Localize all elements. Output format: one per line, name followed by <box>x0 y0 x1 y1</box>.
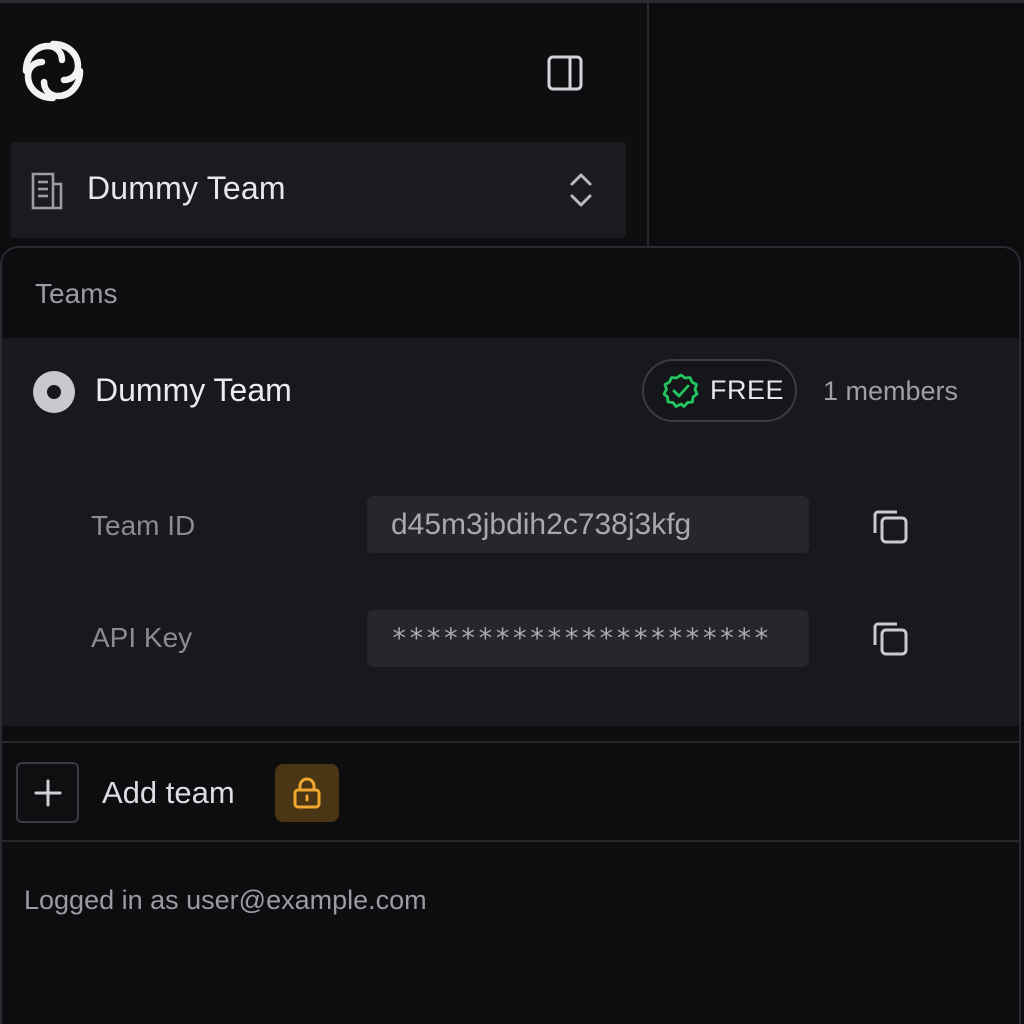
add-team-button[interactable] <box>16 762 79 823</box>
current-team-name: Dummy Team <box>87 170 286 206</box>
divider <box>2 840 1019 842</box>
lock-icon <box>293 777 321 809</box>
copy-team-id-button[interactable] <box>868 504 912 548</box>
plan-label: FREE <box>710 375 785 405</box>
copy-api-key-button[interactable] <box>868 616 912 660</box>
team-name: Dummy Team <box>95 372 292 408</box>
swirl-logo-icon <box>18 36 88 106</box>
divider <box>2 741 1019 743</box>
sidebar: Dummy Team <box>0 3 649 246</box>
plan-badge: FREE <box>642 359 797 422</box>
chevron-up-down-icon <box>570 173 592 207</box>
plus-icon <box>34 779 61 806</box>
team-list-item[interactable]: Dummy Team FREE 1 members Team ID d45m3j… <box>2 338 1019 726</box>
team-id-field[interactable]: d45m3jbdih2c738j3kfg <box>367 496 809 553</box>
sidebar-toggle-button[interactable] <box>545 53 585 93</box>
team-radio-selected[interactable] <box>33 371 75 413</box>
copy-icon <box>873 622 908 656</box>
logged-in-status: Logged in as user@example.com <box>24 885 427 915</box>
api-key-label: API Key <box>91 622 193 653</box>
verified-check-icon <box>662 373 699 408</box>
copy-icon <box>873 510 908 544</box>
team-switcher[interactable]: Dummy Team <box>11 142 626 238</box>
member-count: 1 members <box>823 376 959 406</box>
sidebar-panel-icon <box>547 55 583 91</box>
app-root: Dummy Team Teams Dummy Team FREE 1 membe… <box>0 0 1024 1024</box>
team-dropdown-panel: Teams Dummy Team FREE 1 members Team ID … <box>0 246 1021 1024</box>
teams-section-label: Teams <box>35 278 118 309</box>
document-icon <box>31 172 63 210</box>
team-id-label: Team ID <box>91 510 196 541</box>
api-key-field[interactable]: ********************** <box>367 610 809 667</box>
locked-badge <box>275 764 339 822</box>
add-team-label[interactable]: Add team <box>102 775 235 811</box>
